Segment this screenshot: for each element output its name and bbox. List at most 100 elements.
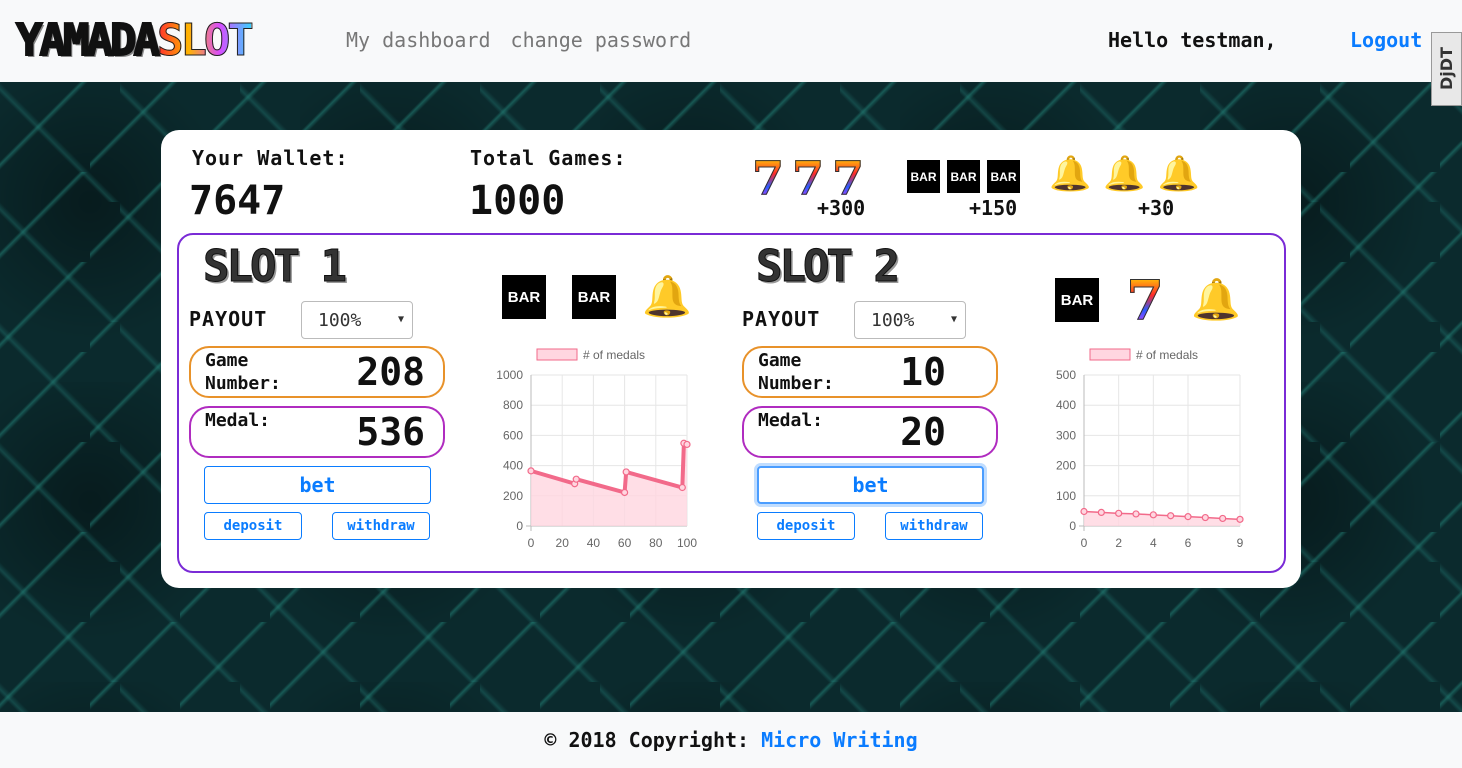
user-greeting: Hello testman, bbox=[1108, 28, 1277, 52]
wallet-label: Your Wallet: bbox=[192, 146, 349, 170]
slots-frame: SLOT 1 PAYOUT 100% ▼ Game Number: 208 Me… bbox=[177, 233, 1286, 573]
game-number-value: 208 bbox=[356, 350, 425, 394]
y-tick-label: 100 bbox=[1056, 489, 1076, 503]
series-area bbox=[531, 443, 687, 526]
paytable-bar-amount: +150 bbox=[969, 196, 1018, 220]
legend-label: # of medals bbox=[583, 348, 645, 362]
bell-icon: 🔔 bbox=[1157, 154, 1201, 194]
game-label-line1: Game bbox=[205, 350, 249, 371]
slot-title: SLOT 2 bbox=[756, 241, 901, 293]
reel-bell-icon: 🔔 bbox=[1191, 277, 1241, 323]
x-tick-label: 2 bbox=[1115, 536, 1122, 550]
data-point bbox=[572, 475, 580, 483]
medal-value: 536 bbox=[356, 410, 425, 454]
data-point bbox=[1236, 515, 1244, 523]
logout-link[interactable]: Logout bbox=[1350, 28, 1422, 52]
reel-display: BAR BAR 🔔 bbox=[502, 275, 692, 319]
y-tick-label: 200 bbox=[503, 489, 523, 503]
brand-part2: SLOT bbox=[156, 15, 254, 66]
payout-select[interactable]: 100% ▼ bbox=[301, 301, 413, 339]
deposit-button[interactable]: deposit bbox=[204, 512, 302, 540]
reel-bell-icon: 🔔 bbox=[642, 274, 692, 320]
legend-swatch bbox=[1089, 348, 1131, 361]
data-point bbox=[678, 483, 686, 492]
game-number-box: Game Number: 208 bbox=[189, 346, 445, 398]
total-games-value: 1000 bbox=[469, 178, 566, 224]
data-point bbox=[1184, 513, 1192, 521]
game-number-box: Game Number: 10 bbox=[742, 346, 998, 398]
reel-bar-icon: BAR bbox=[1055, 278, 1099, 322]
paytable-bell-amount: +30 bbox=[1138, 196, 1175, 220]
x-tick-label: 6 bbox=[1185, 536, 1192, 550]
x-tick-label: 0 bbox=[1081, 536, 1088, 550]
bet-button[interactable]: bet bbox=[204, 466, 431, 504]
payout-select-value: 100% bbox=[318, 309, 362, 331]
nav-links: My dashboard change password bbox=[346, 28, 699, 52]
y-tick-label: 300 bbox=[1056, 428, 1076, 442]
x-tick-label: 9 bbox=[1237, 536, 1244, 550]
deposit-button[interactable]: deposit bbox=[757, 512, 855, 540]
medal-box: Medal: 536 bbox=[189, 406, 445, 458]
seven-icon: 7 bbox=[791, 151, 824, 205]
bell-icon: 🔔 bbox=[1103, 154, 1146, 194]
paytable-seven-icons: 7 7 7 bbox=[751, 151, 865, 205]
medals-chart: # of medals 0 100 200 300 400 500 0 2 4 6 9 bbox=[1056, 348, 1244, 550]
game-number-value: 10 bbox=[900, 350, 946, 394]
data-point bbox=[621, 488, 629, 497]
data-point bbox=[1167, 512, 1175, 520]
payout-label: PAYOUT bbox=[742, 307, 821, 331]
bar-icon: BAR bbox=[947, 160, 980, 193]
x-tick-label: 0 bbox=[528, 536, 535, 550]
legend-label: # of medals bbox=[1136, 348, 1198, 362]
bar-icon: BAR bbox=[987, 160, 1020, 193]
data-point bbox=[1132, 510, 1140, 518]
game-label-line2: Number: bbox=[758, 373, 834, 394]
payout-select-value: 100% bbox=[871, 309, 915, 331]
paytable-bell-icons: 🔔 🔔 🔔 bbox=[1049, 154, 1200, 194]
debug-toolbar-handle[interactable]: DjDT bbox=[1431, 32, 1462, 106]
paytable-seven-amount: +300 bbox=[817, 196, 866, 220]
nav-change-password-link[interactable]: change password bbox=[511, 28, 692, 52]
bet-button[interactable]: bet bbox=[757, 466, 984, 504]
footer-copyright: © 2018 Copyright: bbox=[544, 728, 750, 752]
payout-label: PAYOUT bbox=[189, 307, 268, 331]
nav-dashboard-link[interactable]: My dashboard bbox=[346, 28, 491, 52]
game-label-line1: Game bbox=[758, 350, 802, 371]
bar-icon: BAR bbox=[907, 160, 940, 193]
total-games-label: Total Games: bbox=[470, 146, 627, 170]
data-point bbox=[1080, 507, 1088, 516]
navbar: YAMADASLOT My dashboard change password … bbox=[0, 0, 1462, 82]
data-point bbox=[1201, 513, 1209, 522]
y-tick-label: 400 bbox=[503, 459, 523, 473]
paytable-bar-icons: BAR BAR BAR bbox=[907, 160, 1020, 193]
footer-link[interactable]: Micro Writing bbox=[761, 728, 918, 752]
y-tick-label: 600 bbox=[503, 428, 523, 442]
withdraw-button[interactable]: withdraw bbox=[885, 512, 983, 540]
medal-value: 20 bbox=[900, 410, 946, 454]
chevron-down-icon: ▼ bbox=[397, 314, 404, 325]
withdraw-button[interactable]: withdraw bbox=[332, 512, 430, 540]
x-tick-label: 60 bbox=[618, 536, 632, 550]
legend-swatch bbox=[536, 348, 578, 361]
slot-title: SLOT 1 bbox=[203, 241, 348, 293]
payout-select[interactable]: 100% ▼ bbox=[854, 301, 966, 339]
wallet-value: 7647 bbox=[189, 178, 286, 224]
reel-bar-icon: BAR bbox=[502, 275, 546, 319]
y-tick-label: 0 bbox=[516, 519, 523, 533]
seven-icon: 7 bbox=[831, 151, 864, 205]
seven-icon: 7 bbox=[751, 151, 784, 205]
brand-logo[interactable]: YAMADASLOT bbox=[15, 15, 254, 66]
y-tick-label: 400 bbox=[1056, 398, 1076, 412]
x-tick-label: 20 bbox=[556, 536, 570, 550]
data-point bbox=[1115, 509, 1123, 517]
data-point bbox=[527, 467, 535, 475]
bell-icon: 🔔 bbox=[1049, 154, 1092, 194]
reel-display: BAR 7 🔔 bbox=[1055, 273, 1241, 328]
data-point bbox=[622, 468, 630, 476]
x-tick-label: 100 bbox=[677, 536, 697, 550]
y-tick-label: 800 bbox=[503, 398, 523, 412]
x-tick-label: 80 bbox=[649, 536, 663, 550]
x-tick-label: 40 bbox=[587, 536, 601, 550]
y-tick-label: 500 bbox=[1056, 368, 1076, 382]
y-tick-label: 200 bbox=[1056, 459, 1076, 473]
